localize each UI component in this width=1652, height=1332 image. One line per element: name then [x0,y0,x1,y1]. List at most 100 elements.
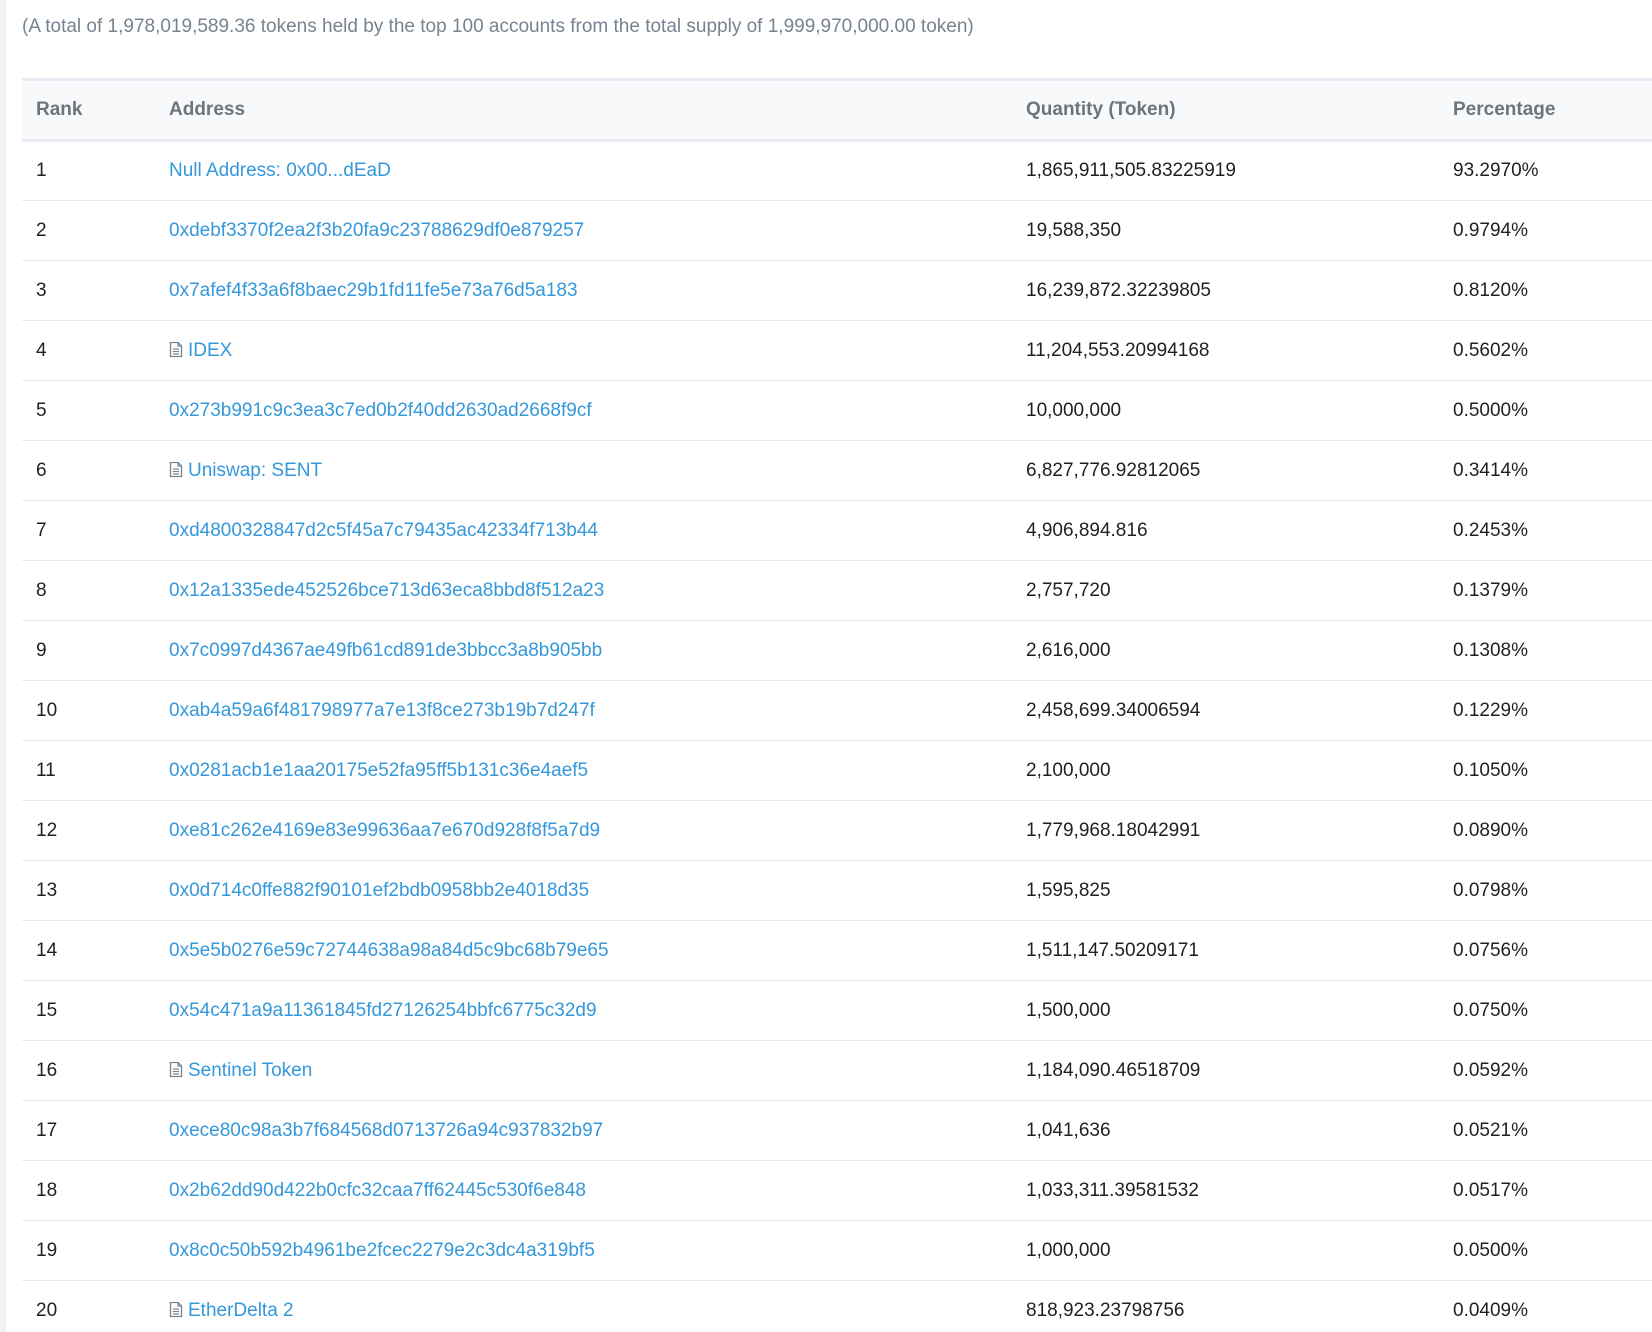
holder-address-link[interactable]: 0xe81c262e4169e83e99636aa7e670d928f8f5a7… [169,820,600,841]
percentage-value: 0.0409% [1453,1299,1529,1321]
holder-address-link[interactable]: 0x5e5b0276e59c72744638a98a84d5c9bc68b79e… [169,940,609,961]
percentage-value: 0.1308% [1453,639,1529,661]
holder-address-cell: 0xab4a59a6f481798977a7e13f8ce273b19b7d24… [155,681,1012,741]
quantity-value: 1,033,311.39581532 [1026,1179,1199,1201]
holder-quantity: 1,184,090.46518709 [1012,1041,1439,1101]
contract-document-icon [169,461,183,478]
quantity-value: 1,041,636 [1026,1119,1111,1141]
holder-row-9: 9 0x7c0997d4367ae49fb61cd891de3bbcc3a8b9… [22,621,1652,681]
holder-quantity: 6,827,776.92812065 [1012,441,1439,501]
holder-row-11: 11 0x0281acb1e1aa20175e52fa95ff5b131c36e… [22,741,1652,801]
holder-address-link[interactable]: 0x54c471a9a11361845fd27126254bbfc6775c32… [169,1000,597,1021]
holder-address-cell: EtherDelta 2 [155,1281,1012,1332]
holder-row-18: 18 0x2b62dd90d422b0cfc32caa7ff62445c530f… [22,1161,1652,1221]
holder-row-6: 6 Uniswap: SENT 6,827,776.92812065 0.341… [22,441,1652,501]
holder-address-link[interactable]: 0x7c0997d4367ae49fb61cd891de3bbcc3a8b905… [169,640,602,661]
holder-address-cell: 0xece80c98a3b7f684568d0713726a94c937832b… [155,1101,1012,1161]
holder-quantity: 2,616,000 [1012,621,1439,681]
holder-rank: 14 [22,921,155,981]
percentage-value: 0.3414% [1453,459,1529,481]
rank-value: 11 [36,759,56,781]
holder-quantity: 10,000,000 [1012,381,1439,441]
holder-address-cell: 0xe81c262e4169e83e99636aa7e670d928f8f5a7… [155,801,1012,861]
holder-address-link[interactable]: 0xab4a59a6f481798977a7e13f8ce273b19b7d24… [169,700,595,721]
holder-address-cell: 0x54c471a9a11361845fd27126254bbfc6775c32… [155,981,1012,1041]
rank-value: 14 [36,939,58,961]
holder-address-link[interactable]: EtherDelta 2 [188,1300,294,1321]
holder-address-link[interactable]: 0xd4800328847d2c5f45a7c79435ac42334f713b… [169,520,598,541]
holder-address-link[interactable]: 0xdebf3370f2ea2f3b20fa9c23788629df0e8792… [169,220,584,241]
holder-address-link[interactable]: 0xece80c98a3b7f684568d0713726a94c937832b… [169,1120,603,1141]
holder-row-13: 13 0x0d714c0ffe882f90101ef2bdb0958bb2e40… [22,861,1652,921]
percentage-value: 0.0592% [1453,1059,1529,1081]
holder-rank: 20 [22,1281,155,1332]
holder-percentage: 0.0517% [1439,1161,1652,1221]
holder-percentage: 0.2453% [1439,501,1652,561]
holder-address-link[interactable]: IDEX [188,340,232,361]
holder-quantity: 1,511,147.50209171 [1012,921,1439,981]
holder-percentage: 0.0890% [1439,801,1652,861]
holder-address-cell: 0xd4800328847d2c5f45a7c79435ac42334f713b… [155,501,1012,561]
percentage-value: 0.9794% [1453,219,1529,241]
holder-address-link[interactable]: 0x0281acb1e1aa20175e52fa95ff5b131c36e4ae… [169,760,588,781]
rank-value: 6 [36,459,47,481]
holder-address-link[interactable]: 0x273b991c9c3ea3c7ed0b2f40dd2630ad2668f9… [169,400,592,421]
holder-quantity: 1,033,311.39581532 [1012,1161,1439,1221]
holder-address-link[interactable]: 0x0d714c0ffe882f90101ef2bdb0958bb2e4018d… [169,880,589,901]
token-holders-page: (A total of 1,978,019,589.36 tokens held… [0,0,1652,1332]
holder-percentage: 0.0409% [1439,1281,1652,1332]
rank-value: 2 [36,219,47,241]
quantity-value: 4,906,894.816 [1026,519,1148,541]
holder-percentage: 0.5602% [1439,321,1652,381]
holder-address-cell: 0x273b991c9c3ea3c7ed0b2f40dd2630ad2668f9… [155,381,1012,441]
quantity-value: 1,000,000 [1026,1239,1111,1261]
quantity-value: 10,000,000 [1026,399,1122,421]
holder-rank: 1 [22,141,155,201]
holder-quantity: 4,906,894.816 [1012,501,1439,561]
holder-percentage: 0.1050% [1439,741,1652,801]
holder-row-10: 10 0xab4a59a6f481798977a7e13f8ce273b19b7… [22,681,1652,741]
percentage-value: 0.1379% [1453,579,1529,601]
percentage-value: 0.0517% [1453,1179,1529,1201]
holder-row-7: 7 0xd4800328847d2c5f45a7c79435ac42334f71… [22,501,1652,561]
holder-quantity: 818,923.23798756 [1012,1281,1439,1332]
quantity-column-header: Quantity (Token) [1026,99,1176,120]
holder-address-link[interactable]: 0x8c0c50b592b4961be2fcec2279e2c3dc4a319b… [169,1240,595,1261]
percentage-value: 0.8120% [1453,279,1529,301]
holder-address-cell: 0x5e5b0276e59c72744638a98a84d5c9bc68b79e… [155,921,1012,981]
rank-value: 19 [36,1239,58,1261]
rank-value: 9 [36,639,47,661]
holder-address-link[interactable]: Sentinel Token [188,1060,312,1081]
quantity-value: 6,827,776.92812065 [1026,459,1201,481]
holder-address-link[interactable]: 0x2b62dd90d422b0cfc32caa7ff62445c530f6e8… [169,1180,586,1201]
holder-percentage: 0.9794% [1439,201,1652,261]
holder-rank: 8 [22,561,155,621]
holder-address-link[interactable]: 0x12a1335ede452526bce713d63eca8bbd8f512a… [169,580,604,601]
holder-row-16: 16 Sentinel Token 1,184,090.46518709 0.0… [22,1041,1652,1101]
rank-value: 10 [36,699,58,721]
holder-address-link[interactable]: Null Address: 0x00...dEaD [169,160,391,181]
rank-value: 17 [36,1119,58,1141]
holder-row-19: 19 0x8c0c50b592b4961be2fcec2279e2c3dc4a3… [22,1221,1652,1281]
holder-address-cell: 0x7c0997d4367ae49fb61cd891de3bbcc3a8b905… [155,621,1012,681]
contract-document-icon [169,1301,183,1318]
holder-rank: 2 [22,201,155,261]
quantity-value: 1,595,825 [1026,879,1111,901]
rank-value: 1 [36,160,47,181]
holder-quantity: 19,588,350 [1012,201,1439,261]
rank-value: 16 [36,1059,58,1081]
holder-percentage: 0.0756% [1439,921,1652,981]
percentage-value: 0.0890% [1453,819,1529,841]
holder-address-link[interactable]: Uniswap: SENT [188,460,322,481]
rank-column-header: Rank [36,99,83,120]
holder-address-cell: 0x8c0c50b592b4961be2fcec2279e2c3dc4a319b… [155,1221,1012,1281]
rank-value: 15 [36,999,58,1021]
holder-rank: 9 [22,621,155,681]
holder-quantity: 1,500,000 [1012,981,1439,1041]
holder-percentage: 0.1229% [1439,681,1652,741]
holder-address-link[interactable]: 0x7afef4f33a6f8baec29b1fd11fe5e73a76d5a1… [169,280,578,301]
holder-rank: 19 [22,1221,155,1281]
quantity-value: 11,204,553.20994168 [1026,339,1210,361]
contract-document-icon [169,1061,183,1078]
rank-value: 13 [36,879,58,901]
